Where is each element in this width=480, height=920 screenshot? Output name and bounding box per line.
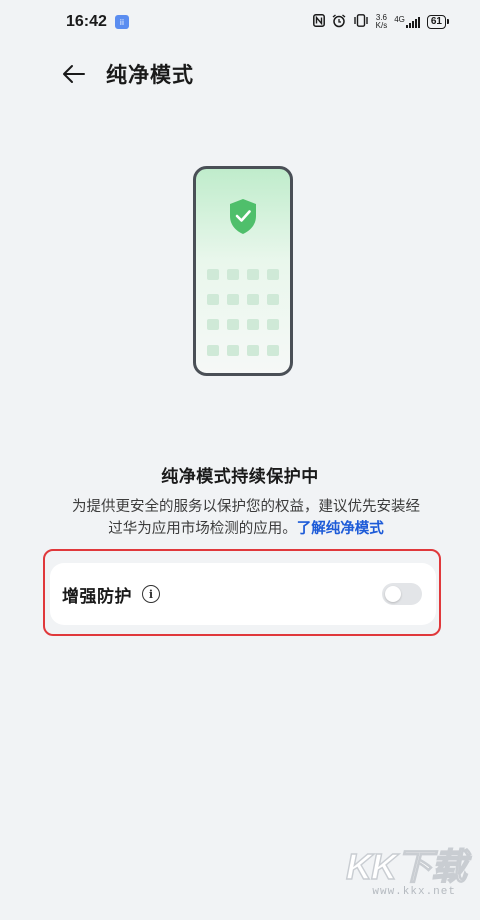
vibrate-icon xyxy=(353,14,369,30)
status-left: 16:42 ii xyxy=(66,13,129,31)
signal-icon xyxy=(405,16,420,28)
network-speed: 3.6 K/s xyxy=(376,14,388,30)
highlight-annotation-frame xyxy=(43,549,441,636)
page-title: 纯净模式 xyxy=(106,63,194,87)
arrow-left-icon xyxy=(63,65,85,83)
notification-badge-icon: ii xyxy=(114,15,129,29)
nfc-icon xyxy=(312,14,325,30)
cell-signal: 4G xyxy=(394,14,420,28)
battery-level: 61 xyxy=(430,16,442,27)
app-header: 纯净模式 xyxy=(0,52,480,96)
network-type: 4G xyxy=(394,14,405,24)
watermark: KK下载 www.kkx.net xyxy=(345,838,467,898)
battery-icon: 61 xyxy=(426,15,450,29)
status-bar: 16:42 ii 3.6 K/s 4G 61 xyxy=(0,0,480,44)
protection-status-heading: 纯净模式持续保护中 xyxy=(161,467,319,487)
learn-more-link[interactable]: 了解纯净模式 xyxy=(297,521,384,537)
alarm-icon xyxy=(332,13,346,31)
description: 为提供更安全的服务以保护您的权益，建议优先安装经过华为应用市场检测的应用。了解纯… xyxy=(66,496,426,540)
network-speed-unit: K/s xyxy=(375,21,388,30)
status-right: 3.6 K/s 4G 61 xyxy=(312,13,450,31)
watermark-logo: KK下载 xyxy=(345,845,467,887)
phone-shield-illustration xyxy=(193,166,293,376)
status-time: 16:42 xyxy=(66,13,107,30)
back-button[interactable] xyxy=(58,58,90,90)
